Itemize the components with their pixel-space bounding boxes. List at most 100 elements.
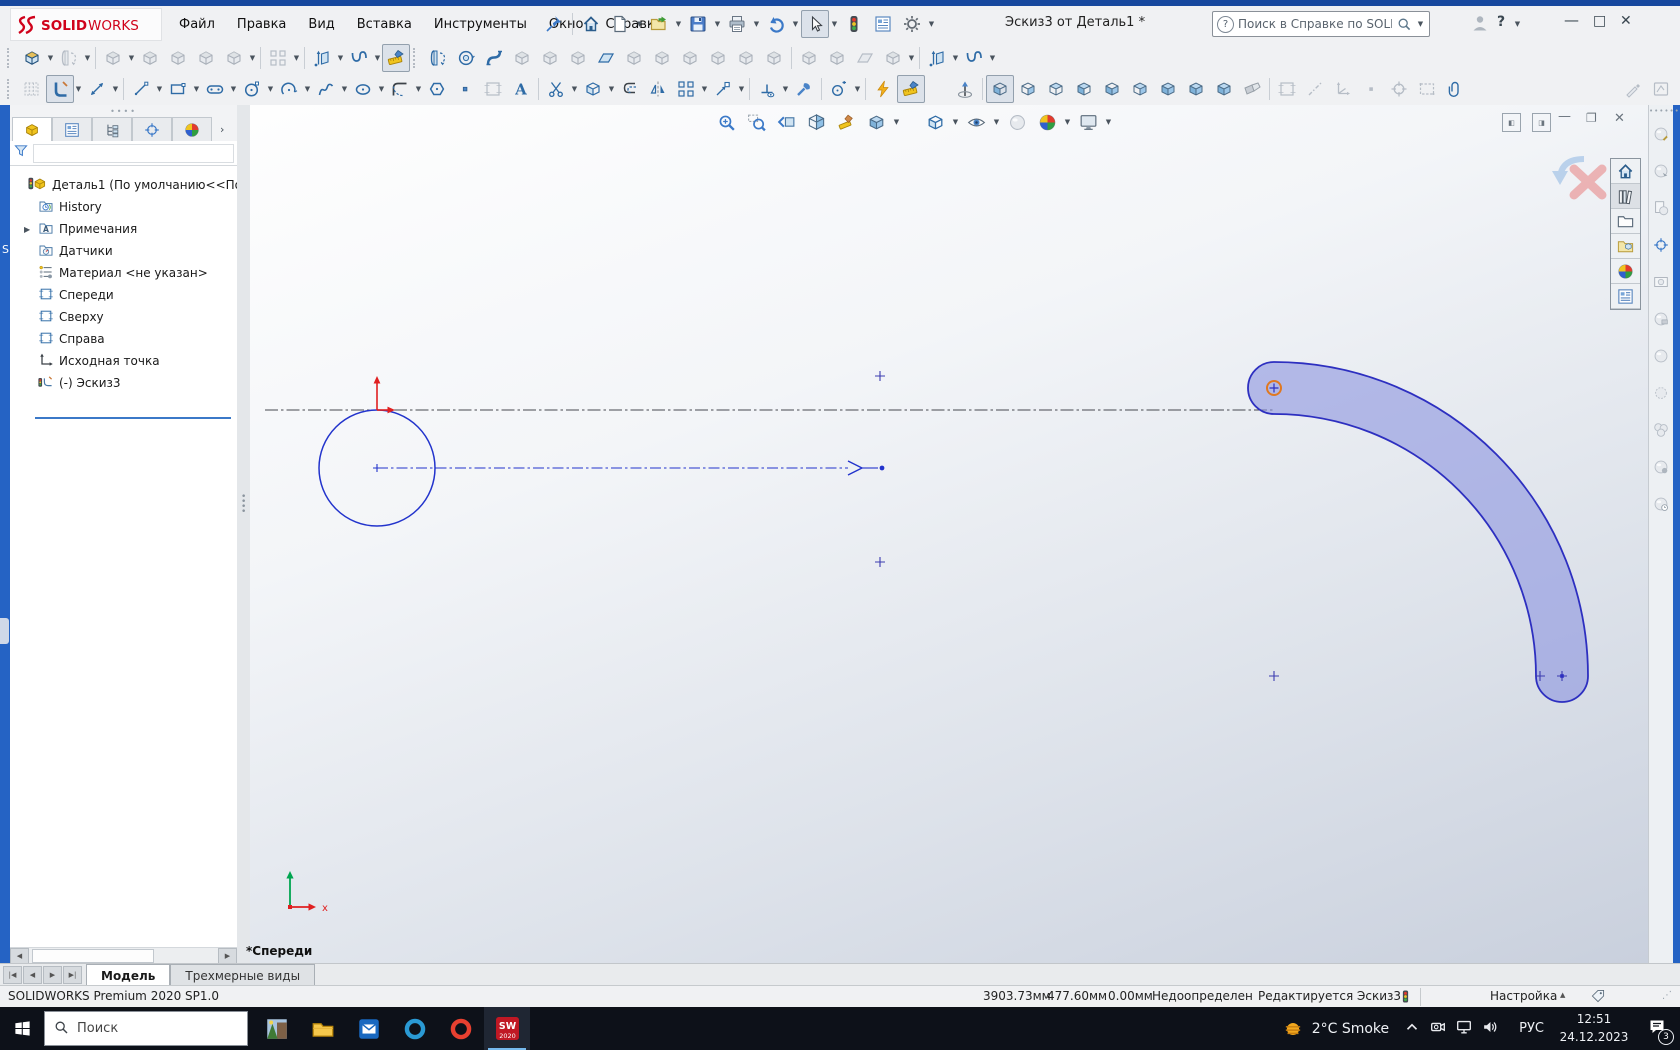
corner-rectangle-caret[interactable]: ▼: [192, 85, 201, 93]
attachment-icon[interactable]: [1441, 75, 1469, 103]
weather-icon[interactable]: [1276, 1007, 1310, 1050]
repair-sketch-icon[interactable]: [790, 75, 818, 103]
options-caret[interactable]: ▼: [927, 20, 936, 28]
exit-sketch-icon[interactable]: [46, 75, 74, 103]
blue-browser-app[interactable]: [392, 1007, 438, 1050]
zoom-to-area-icon[interactable]: [742, 108, 770, 136]
view-trimetric-icon[interactable]: [1182, 75, 1210, 103]
swept-boss-caret[interactable]: ▼: [127, 54, 136, 62]
document-restore-button[interactable]: ❐: [1586, 111, 1597, 125]
previous-view-icon[interactable]: [772, 108, 800, 136]
zoom-to-fit-icon[interactable]: [712, 108, 740, 136]
hide-show-items-icon[interactable]: [962, 108, 990, 136]
minimize-button[interactable]: —: [1564, 11, 1579, 29]
revolved-surface-icon[interactable]: [424, 44, 452, 72]
open-caret[interactable]: ▼: [674, 20, 683, 28]
reference-geometry-2-icon[interactable]: [923, 44, 951, 72]
apply-scene-icon[interactable]: [1033, 108, 1061, 136]
file-explorer-app[interactable]: [300, 1007, 346, 1050]
tray-language[interactable]: РУС: [1519, 1021, 1544, 1036]
undo-caret[interactable]: ▼: [791, 20, 800, 28]
maximize-button[interactable]: □: [1593, 13, 1606, 29]
weather-text[interactable]: 2°C Smoke: [1312, 1021, 1389, 1037]
swept-surface-icon[interactable]: [452, 44, 480, 72]
tree-item-9[interactable]: Исходная точка: [10, 350, 237, 372]
graphics-viewport[interactable]: x ▼▼▼▼▼ ◧ ◨ — ❐ ✕: [250, 105, 1648, 963]
linear-sketch-pattern-icon[interactable]: [672, 75, 700, 103]
solidworks-app[interactable]: SW2020: [484, 1007, 530, 1050]
help-menu-caret[interactable]: ▼: [1513, 20, 1522, 28]
red-browser-app[interactable]: [438, 1007, 484, 1050]
sketch-origin[interactable]: [374, 376, 395, 413]
toolbar-grip[interactable]: [7, 48, 13, 68]
menu-3[interactable]: Вид: [297, 14, 345, 35]
sketch-ink-icon[interactable]: [869, 75, 897, 103]
curves-2-caret[interactable]: ▼: [988, 54, 997, 62]
quick-snaps-caret[interactable]: ▼: [853, 85, 862, 93]
toolbar-options-chevron-icon[interactable]: [1675, 75, 1680, 103]
tree-item-10[interactable]: (-) Эскиз3: [10, 372, 237, 394]
panel-scroll-thumb[interactable]: [32, 949, 154, 963]
next-tab-button[interactable]: ▶: [43, 966, 62, 984]
options-icon[interactable]: [898, 10, 926, 38]
mirror-entities-icon[interactable]: [644, 75, 672, 103]
tab-model[interactable]: Модель: [86, 964, 170, 986]
toolbar-grip[interactable]: [7, 79, 13, 99]
resize-grip[interactable]: ⋰: [1662, 990, 1673, 1001]
status-custom-caret[interactable]: ▲: [1560, 991, 1565, 999]
save-icon[interactable]: [684, 10, 712, 38]
tree-item-7[interactable]: Сверху: [10, 306, 237, 328]
displaymanager-tab[interactable]: [172, 117, 212, 141]
view-front-icon[interactable]: [986, 75, 1014, 103]
lofted-surface-icon[interactable]: [480, 44, 508, 72]
curves-caret[interactable]: ▼: [373, 54, 382, 62]
login-user-icon[interactable]: [1470, 13, 1490, 37]
quick-tips-icon[interactable]: [1590, 988, 1606, 1008]
line-icon[interactable]: [127, 75, 155, 103]
taskpane-library-tab[interactable]: [1611, 184, 1640, 209]
tree-item-5[interactable]: Материал <не указан>: [10, 262, 237, 284]
featuremanager-tab[interactable]: [12, 117, 52, 141]
circle-caret[interactable]: ▼: [266, 85, 275, 93]
panel-expand-chevron-icon[interactable]: ›: [220, 123, 224, 136]
straight-slot-icon[interactable]: [201, 75, 229, 103]
reference-geometry-2-caret[interactable]: ▼: [951, 54, 960, 62]
dimxpertmanager-tab[interactable]: [132, 117, 172, 141]
display-style-caret[interactable]: ▼: [951, 118, 960, 126]
exit-sketch-caret[interactable]: ▼: [74, 85, 83, 93]
apply-scene-caret[interactable]: ▼: [1063, 118, 1072, 126]
view-dimetric-icon[interactable]: [1210, 75, 1238, 103]
view-left-icon[interactable]: [1042, 75, 1070, 103]
print-icon[interactable]: [723, 10, 751, 38]
propertymanager-tab[interactable]: [52, 117, 92, 141]
line-caret[interactable]: ▼: [155, 85, 164, 93]
section-view-icon[interactable]: [802, 108, 830, 136]
taskpane-design-library-tab[interactable]: [1611, 234, 1640, 259]
smart-dimension-icon[interactable]: [83, 75, 111, 103]
taskpane-file-explorer-tab[interactable]: [1611, 209, 1640, 234]
rapid-sketch-icon[interactable]: [897, 75, 925, 103]
centerpoint-arc-caret[interactable]: ▼: [303, 85, 312, 93]
view-right-icon[interactable]: [1070, 75, 1098, 103]
corner-rectangle-icon[interactable]: [164, 75, 192, 103]
hide-show-items-caret[interactable]: ▼: [992, 118, 1001, 126]
taskpane-properties-tab[interactable]: [1611, 284, 1640, 309]
left-edge-grabber[interactable]: [0, 618, 9, 644]
toolbar-grip[interactable]: [413, 48, 419, 68]
tree-item-2[interactable]: History: [10, 196, 237, 218]
filter-icon[interactable]: [13, 143, 29, 163]
dimxpert-strip-icon[interactable]: [1649, 226, 1673, 263]
sketch-canvas[interactable]: x: [250, 105, 1648, 963]
menu-2[interactable]: Правка: [226, 14, 297, 35]
document-close-button[interactable]: ✕: [1614, 111, 1625, 126]
first-tab-button[interactable]: |◀: [3, 966, 22, 984]
tree-expander-icon[interactable]: ▶: [24, 225, 33, 234]
spline-caret[interactable]: ▼: [340, 85, 349, 93]
split-pane-left-button[interactable]: ◧: [1502, 113, 1521, 132]
tray-volume-icon[interactable]: [1481, 1018, 1509, 1040]
revolved-boss-caret[interactable]: ▼: [83, 54, 92, 62]
move-entities-caret[interactable]: ▼: [737, 85, 746, 93]
pin-toolbar-icon[interactable]: [540, 10, 568, 38]
file-properties-icon[interactable]: [869, 10, 897, 38]
dynamic-annotation-icon[interactable]: [832, 108, 860, 136]
